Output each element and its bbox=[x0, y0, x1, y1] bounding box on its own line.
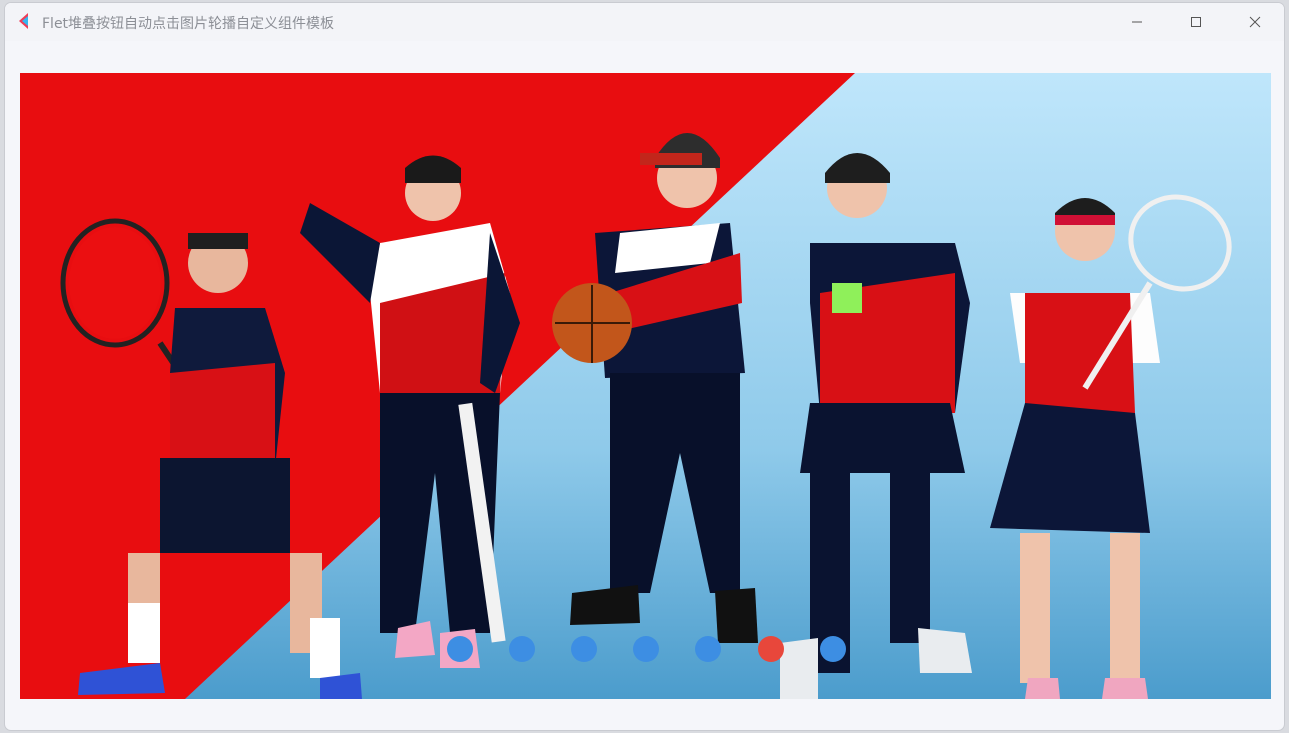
carousel-dot[interactable] bbox=[820, 636, 846, 662]
close-icon bbox=[1249, 16, 1261, 28]
title-bar[interactable]: Flet堆叠按钮自动点击图片轮播自定义组件模板 bbox=[5, 3, 1284, 41]
app-window: Flet堆叠按钮自动点击图片轮播自定义组件模板 bbox=[4, 2, 1285, 731]
maximize-icon bbox=[1190, 16, 1202, 28]
minimize-icon bbox=[1131, 16, 1143, 28]
app-logo-icon bbox=[16, 12, 34, 30]
carousel-dot[interactable] bbox=[695, 636, 721, 662]
carousel-dot[interactable] bbox=[509, 636, 535, 662]
carousel-dot[interactable] bbox=[633, 636, 659, 662]
maximize-button[interactable] bbox=[1167, 3, 1225, 41]
carousel-dot[interactable] bbox=[447, 636, 473, 662]
window-title: Flet堆叠按钮自动点击图片轮播自定义组件模板 bbox=[42, 16, 335, 32]
kids-sportswear-banner-image bbox=[20, 73, 1271, 699]
minimize-button[interactable] bbox=[1108, 3, 1166, 41]
carousel-dot-active[interactable] bbox=[758, 636, 784, 662]
carousel-dot[interactable] bbox=[571, 636, 597, 662]
image-carousel[interactable] bbox=[20, 73, 1271, 699]
close-button[interactable] bbox=[1226, 3, 1284, 41]
